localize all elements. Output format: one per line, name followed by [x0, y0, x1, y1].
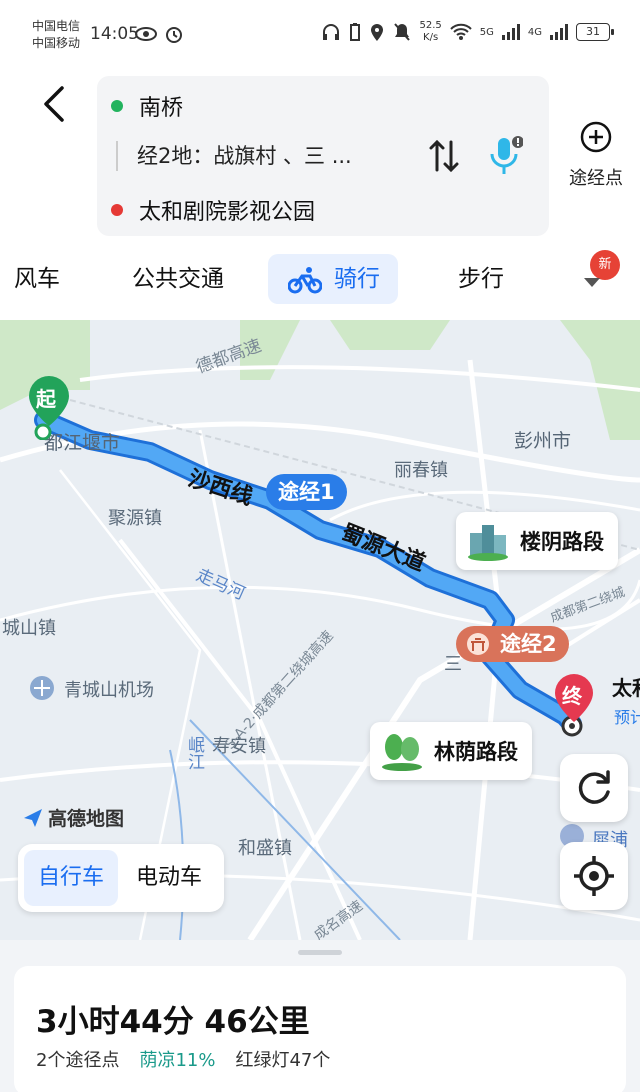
buildings-icon	[468, 525, 508, 561]
route-header: 南桥 经2地：战旗村 、三 ... 太和剧院影视公园 途经点	[0, 70, 640, 240]
add-waypoint-label: 途经点	[569, 168, 623, 189]
eye-icon	[135, 27, 157, 41]
signal-5g: 5G	[479, 26, 494, 38]
status-bar: 中国电信 中国移动 14:05 52.5 K/s 5G 4G 31	[0, 0, 640, 70]
origin-field[interactable]: 南桥	[111, 90, 183, 122]
add-waypoint-button[interactable]: 途经点	[562, 120, 630, 190]
trees-icon	[382, 734, 422, 771]
road-card-louyin-label: 楼阴路段	[520, 530, 604, 554]
destination-dot-icon	[111, 204, 123, 216]
amap-arrow-icon	[24, 808, 42, 827]
via-chip-2[interactable]: 途经2	[456, 626, 569, 662]
end-pin[interactable]: 终	[552, 672, 598, 722]
road-card-louyin[interactable]: 楼阴路段	[456, 512, 618, 570]
shade-percent: 荫凉11%	[139, 1050, 216, 1071]
tab-public-transit[interactable]: 公共交通	[132, 254, 224, 304]
map-label-chengshan: 城山镇	[2, 618, 56, 639]
status-left-icons	[134, 24, 184, 44]
bicycle-icon	[288, 267, 322, 294]
vehicle-type-toggle: 自行车 电动车	[18, 844, 224, 912]
battery-small-icon	[350, 23, 361, 41]
village-gate-icon	[467, 633, 489, 655]
map-label-taihe: 太和	[612, 676, 640, 700]
clock: 14:05	[90, 24, 139, 44]
travel-mode-tabs: 风车 公共交通 骑行 步行 新	[0, 240, 640, 320]
alarm-icon	[166, 27, 182, 43]
add-circle-icon	[580, 121, 612, 153]
locate-icon	[574, 856, 614, 896]
brand-logo: 高德地图	[22, 804, 124, 831]
brand-label: 高德地图	[48, 808, 125, 830]
net-speed: 52.5 K/s	[419, 20, 442, 43]
via-divider	[116, 141, 118, 171]
chevron-down-icon[interactable]	[582, 276, 602, 290]
signal-bars-icon	[550, 24, 568, 40]
destination-field[interactable]: 太和剧院影视公园	[111, 194, 315, 226]
map-label-hesheng: 和盛镇	[238, 838, 292, 859]
map-label-juyuan: 聚源镇	[108, 508, 162, 529]
map-label-eta: 预计	[614, 708, 640, 727]
location-icon	[371, 24, 384, 41]
map-label-airport: 青城山机场	[64, 680, 154, 701]
sheet-drag-handle[interactable]	[298, 950, 342, 955]
via-field[interactable]: 经2地：战旗村 、三 ...	[137, 140, 352, 170]
tab-cycling-label: 骑行	[334, 266, 380, 292]
route-duration-distance: 3小时44分 46公里	[36, 1004, 310, 1040]
via-chip-2-label: 途经2	[500, 632, 557, 656]
vehicle-ebike-option[interactable]: 电动车	[122, 850, 216, 906]
route-input-card: 南桥 经2地：战旗村 、三 ... 太和剧院影视公园	[97, 76, 549, 236]
voice-mic-icon[interactable]	[487, 134, 523, 178]
tab-ride-hailing[interactable]: 风车	[14, 254, 60, 304]
origin-label: 南桥	[139, 96, 184, 121]
vehicle-bicycle-option[interactable]: 自行车	[24, 850, 119, 906]
refresh-button[interactable]	[560, 754, 628, 822]
carrier-1: 中国电信	[32, 19, 81, 33]
traffic-light-count: 红绿灯47个	[235, 1050, 331, 1071]
tab-cycling[interactable]: 骑行	[268, 254, 398, 304]
route-meta: 2个途径点 荫凉11% 红绿灯47个	[36, 1046, 330, 1072]
signal-4g: 4G	[527, 26, 542, 38]
start-pin-label: 起	[36, 387, 56, 411]
swap-icon[interactable]	[427, 136, 461, 176]
route-summary-card[interactable]: 3小时44分 46公里 2个途径点 荫凉11% 红绿灯47个	[14, 966, 626, 1092]
map-view[interactable]: 德都高速 都江堰市 彭州市 丽春镇 聚源镇 走马河 城山镇 青城山机场 岷江 寿…	[0, 320, 640, 940]
via-chip-1[interactable]: 途经1	[266, 474, 347, 510]
status-right-icons: 52.5 K/s 5G 4G 31	[321, 20, 614, 44]
origin-dot-icon	[111, 100, 123, 112]
end-pin-label: 终	[562, 684, 582, 708]
signal-bars-icon	[501, 24, 520, 40]
carrier-2: 中国移动	[32, 36, 81, 50]
locate-button[interactable]	[560, 842, 628, 910]
wifi-icon	[450, 23, 472, 40]
back-icon[interactable]	[38, 84, 74, 124]
waypoint-count: 2个途径点	[36, 1050, 120, 1071]
start-pin[interactable]: 起	[26, 374, 72, 441]
tab-walking[interactable]: 步行	[458, 254, 504, 304]
map-label-lichun: 丽春镇	[394, 460, 448, 481]
carrier-info: 中国电信 中国移动	[32, 18, 80, 52]
battery-indicator: 31	[576, 23, 614, 41]
map-label-pengzhou: 彭州市	[514, 430, 572, 452]
map-label-minjiang: 岷江	[184, 736, 204, 770]
refresh-icon	[578, 770, 610, 804]
road-card-linyin-label: 林荫路段	[434, 740, 518, 764]
destination-label: 太和剧院影视公园	[139, 200, 316, 225]
headphones-icon	[323, 24, 340, 40]
route-summary-sheet[interactable]: 3小时44分 46公里 2个途径点 荫凉11% 红绿灯47个	[0, 940, 640, 1092]
road-card-linyin[interactable]: 林荫路段	[370, 722, 532, 780]
mute-icon	[394, 23, 411, 41]
